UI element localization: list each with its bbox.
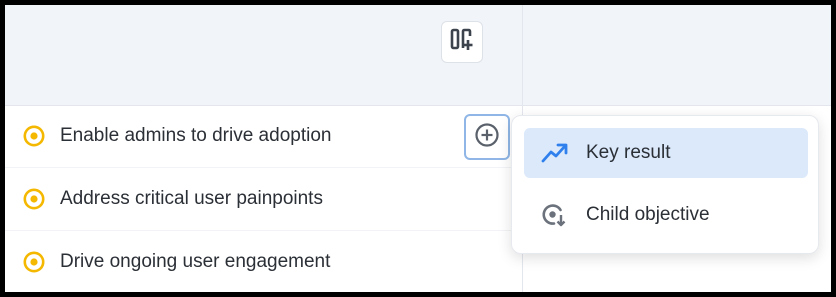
status-circle-icon [23,251,45,273]
table-header [5,5,831,106]
menu-item-key-result[interactable]: Key result [524,128,808,178]
status-circle-icon [23,188,45,210]
menu-item-label: Key result [586,142,671,163]
objective-row[interactable]: Address critical user painpoints [5,168,522,231]
okr-panel: Enable admins to drive adoption Address … [5,5,831,292]
menu-item-child-objective[interactable]: Child objective [524,190,808,240]
objective-title[interactable]: Enable admins to drive adoption [60,125,331,147]
menu-item-label: Child objective [586,204,710,225]
add-child-button[interactable] [464,114,510,160]
add-menu: Key result Child objective [511,115,819,254]
plus-circle-icon [474,122,500,153]
objective-row[interactable]: Enable admins to drive adoption [5,105,522,168]
objective-title[interactable]: Address critical user painpoints [60,188,323,210]
objective-title[interactable]: Drive ongoing user engagement [60,251,330,273]
child-objective-icon [540,200,570,230]
trend-up-icon [540,138,570,168]
column-settings-button[interactable] [441,21,483,63]
status-circle-icon [23,125,45,147]
objective-row[interactable]: Drive ongoing user engagement [5,231,522,292]
columns-add-icon [449,27,475,58]
